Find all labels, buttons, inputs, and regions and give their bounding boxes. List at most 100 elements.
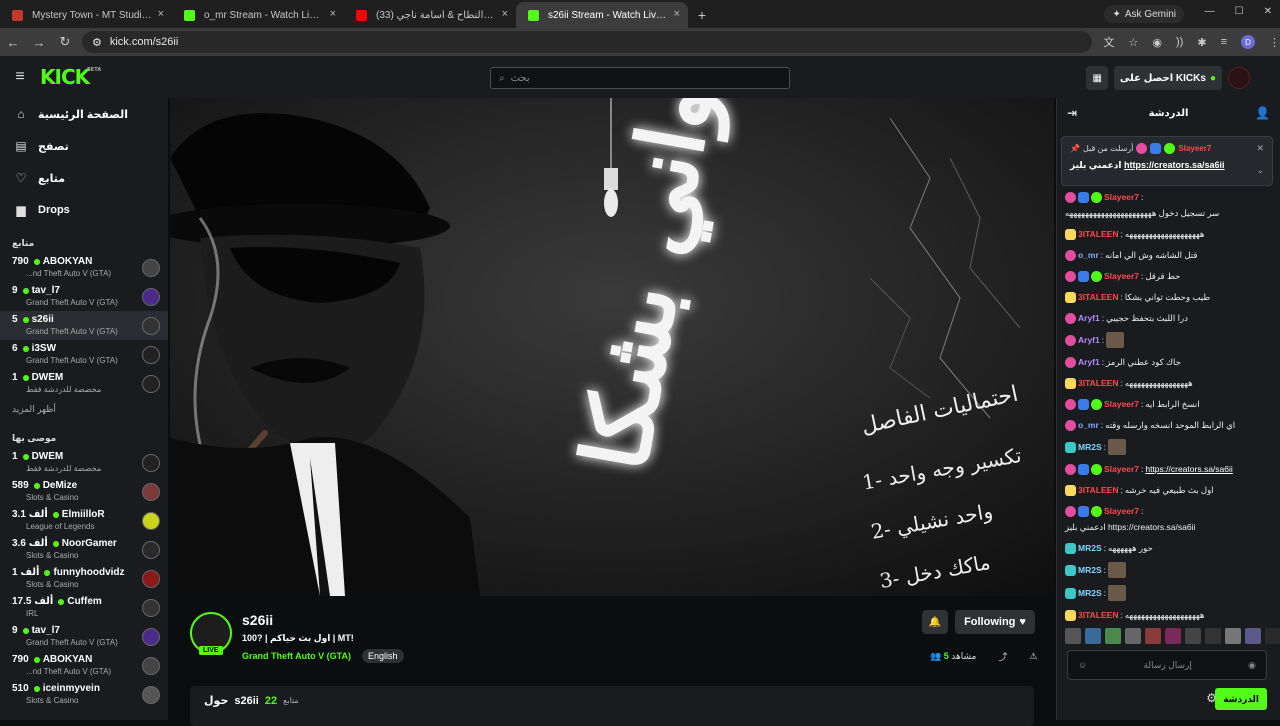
kick-coin-icon[interactable]: ◉ — [1248, 660, 1256, 671]
chat-username[interactable]: Slayeer7 — [1104, 504, 1139, 518]
sidebar-channel[interactable]: 1 DWEM مخصصة للدردشة فقط — [0, 448, 168, 477]
sidebar-channel[interactable]: 17.5 ألف Cuffem IRL — [0, 593, 168, 622]
nav-browse[interactable]: ▤ تصفح — [0, 130, 168, 162]
chat-username[interactable]: Aryf1 — [1078, 355, 1100, 369]
chat-username[interactable]: MR2S — [1078, 586, 1102, 600]
chat-username[interactable]: Aryf1 — [1078, 333, 1100, 347]
hamburger-menu-icon[interactable]: ≡ — [0, 68, 40, 86]
emote-icon[interactable] — [1085, 628, 1101, 644]
chat-username[interactable]: MR2S — [1078, 541, 1102, 555]
show-more-link[interactable]: أظهر المزيد — [0, 398, 168, 421]
sidebar-channel[interactable]: 5 s26ii Grand Theft Auto V (GTA) — [0, 311, 168, 340]
chat-username[interactable]: o_mr — [1078, 248, 1099, 262]
chat-users-icon[interactable]: 👤 — [1255, 106, 1270, 120]
share-icon[interactable]: ⤴ — [998, 650, 1007, 663]
chat-username[interactable]: 3ITALEEN — [1078, 376, 1118, 390]
new-tab-button[interactable]: + — [688, 2, 716, 28]
browser-tab[interactable]: Mystery Town - MT Studios | M × — [0, 2, 172, 28]
site-info-icon[interactable]: ⚙ — [92, 36, 102, 49]
back-icon[interactable]: ← — [0, 35, 26, 50]
emote-icon[interactable] — [1185, 628, 1201, 644]
chat-send-button[interactable]: الدردشة — [1215, 688, 1267, 710]
close-tab-icon[interactable]: × — [674, 8, 680, 20]
emote-icon[interactable] — [1205, 628, 1221, 644]
language-tag[interactable]: English — [362, 649, 404, 663]
user-avatar[interactable] — [1228, 67, 1250, 89]
sidebar-channel[interactable]: 3.6 ألف NoorGamer Slots & Casino — [0, 535, 168, 564]
chat-username[interactable]: Slayeer7 — [1104, 397, 1139, 411]
pinned-link[interactable]: https://creators.sa/sa6ii — [1124, 160, 1225, 170]
streamer-name[interactable]: s26ii — [242, 612, 273, 628]
emote-icon[interactable] — [1225, 628, 1241, 644]
emote-icon[interactable] — [1265, 628, 1280, 644]
translate-icon[interactable]: 文 — [1104, 34, 1115, 50]
sidebar-channel[interactable]: 1 ألف funnyhoodvidz Slots & Casino — [0, 564, 168, 593]
sidebar-channel[interactable]: 790 ABOKYAN ...nd Theft Auto V (GTA) — [0, 651, 168, 680]
emote-icon[interactable] — [1125, 628, 1141, 644]
sidebar-channel[interactable]: 589 DeMize Slots & Casino — [0, 477, 168, 506]
sidebar-channel[interactable]: 9 tav_l7 Grand Theft Auto V (GTA) — [0, 282, 168, 311]
chat-username[interactable]: 3ITALEEN — [1078, 483, 1118, 497]
chat-username[interactable]: o_mr — [1078, 418, 1099, 432]
browser-tab[interactable]: s26ii Stream - Watch Live o × — [516, 2, 688, 28]
menu-kebab-icon[interactable]: ⋮ — [1269, 36, 1280, 49]
maximize-icon[interactable]: ☐ — [1235, 6, 1244, 17]
nav-home[interactable]: ⌂ الصفحة الرئيسية — [0, 98, 168, 130]
ask-gemini-button[interactable]: ✦ Ask Gemini — [1104, 5, 1184, 23]
sidebar-channel[interactable]: 510 iceinmyvein Slots & Casino — [0, 680, 168, 709]
sidebar-channel[interactable]: 790 ABOKYAN ...nd Theft Auto V (GTA) — [0, 253, 168, 282]
emote-icon[interactable] — [1245, 628, 1261, 644]
close-tab-icon[interactable]: × — [158, 8, 164, 20]
emote-icon[interactable] — [1165, 628, 1181, 644]
media-icon[interactable]: ≡ — [1221, 36, 1227, 48]
store-icon[interactable]: ▦ — [1086, 66, 1108, 90]
puzzle-icon[interactable]: ✱ — [1197, 36, 1206, 49]
video-player[interactable]: ثواني بشكا!!! احتماليات الفاصل 1- تكسير … — [170, 98, 1054, 596]
close-window-icon[interactable]: ✕ — [1264, 6, 1272, 17]
browser-tab[interactable]: (33) مأمون النطاح & أسامة ناجي × — [344, 2, 516, 28]
emote-icon[interactable] — [1065, 628, 1081, 644]
forward-icon[interactable]: → — [26, 35, 52, 50]
sidebar-channel[interactable]: 6 i3SW Grand Theft Auto V (GTA) — [0, 340, 168, 369]
chat-username[interactable]: Slayeer7 — [1104, 462, 1139, 476]
nav-drops[interactable]: ▆ Drops — [0, 194, 168, 226]
get-kicks-button[interactable]: احصل على KICKs ● — [1113, 66, 1222, 90]
extension-icon[interactable]: ◉ — [1152, 36, 1162, 49]
audio-icon[interactable]: )) — [1176, 36, 1183, 48]
collapse-chat-icon[interactable]: ⇥ — [1067, 106, 1077, 120]
sidebar-channel[interactable]: 1 DWEM مخصصة للدردشة فقط — [0, 369, 168, 398]
stream-category-link[interactable]: Grand Theft Auto V (GTA) — [242, 651, 351, 661]
emote-icon[interactable] — [1145, 628, 1161, 644]
chat-username[interactable]: 3ITALEEN — [1078, 290, 1118, 304]
chat-username[interactable]: Slayeer7 — [1104, 190, 1139, 204]
sidebar-channel[interactable]: 9 tav_l7 Grand Theft Auto V (GTA) — [0, 622, 168, 651]
channel-category: ...nd Theft Auto V (GTA) — [26, 667, 112, 676]
unpin-icon[interactable]: ✕ — [1256, 143, 1264, 154]
emoji-icon[interactable]: ☺ — [1078, 660, 1087, 670]
close-tab-icon[interactable]: × — [330, 8, 336, 20]
chat-username[interactable]: MR2S — [1078, 440, 1102, 454]
minimize-icon[interactable]: — — [1205, 6, 1215, 17]
chat-username[interactable]: MR2S — [1078, 563, 1102, 577]
close-tab-icon[interactable]: × — [502, 8, 508, 20]
notification-bell-button[interactable]: 🔔 — [922, 610, 948, 634]
chat-input[interactable]: ☺ إرسال رسالة ◉ — [1067, 650, 1267, 680]
kick-logo[interactable]: KICK BETA — [40, 65, 101, 89]
chat-link[interactable]: https://creators.sa/sa6ii — [1145, 462, 1232, 476]
emote-icon[interactable] — [1105, 628, 1121, 644]
url-input[interactable]: ⚙ kick.com/s26ii — [81, 31, 1092, 53]
chat-username[interactable]: Aryf1 — [1078, 311, 1100, 325]
browser-tab[interactable]: o_mr Stream - Watch Live on K × — [172, 2, 344, 28]
chat-username[interactable]: Slayeer7 — [1104, 269, 1139, 283]
reload-icon[interactable]: ↻ — [52, 34, 78, 50]
search-input[interactable]: ⌕ بحث — [490, 67, 790, 89]
chat-username[interactable]: 3ITALEEN — [1078, 608, 1118, 622]
following-button[interactable]: Following ♥ — [955, 610, 1035, 634]
profile-avatar[interactable]: D — [1240, 35, 1255, 49]
expand-pinned-icon[interactable]: ⌄ — [1256, 165, 1264, 176]
report-icon[interactable]: ⚠ — [1029, 651, 1037, 662]
chat-username[interactable]: 3ITALEEN — [1078, 227, 1118, 241]
bookmark-star-icon[interactable]: ☆ — [1129, 36, 1139, 49]
sidebar-channel[interactable]: 3.1 ألف ElmiilloR League of Legends — [0, 506, 168, 535]
nav-following[interactable]: ♡ متابع — [0, 162, 168, 194]
